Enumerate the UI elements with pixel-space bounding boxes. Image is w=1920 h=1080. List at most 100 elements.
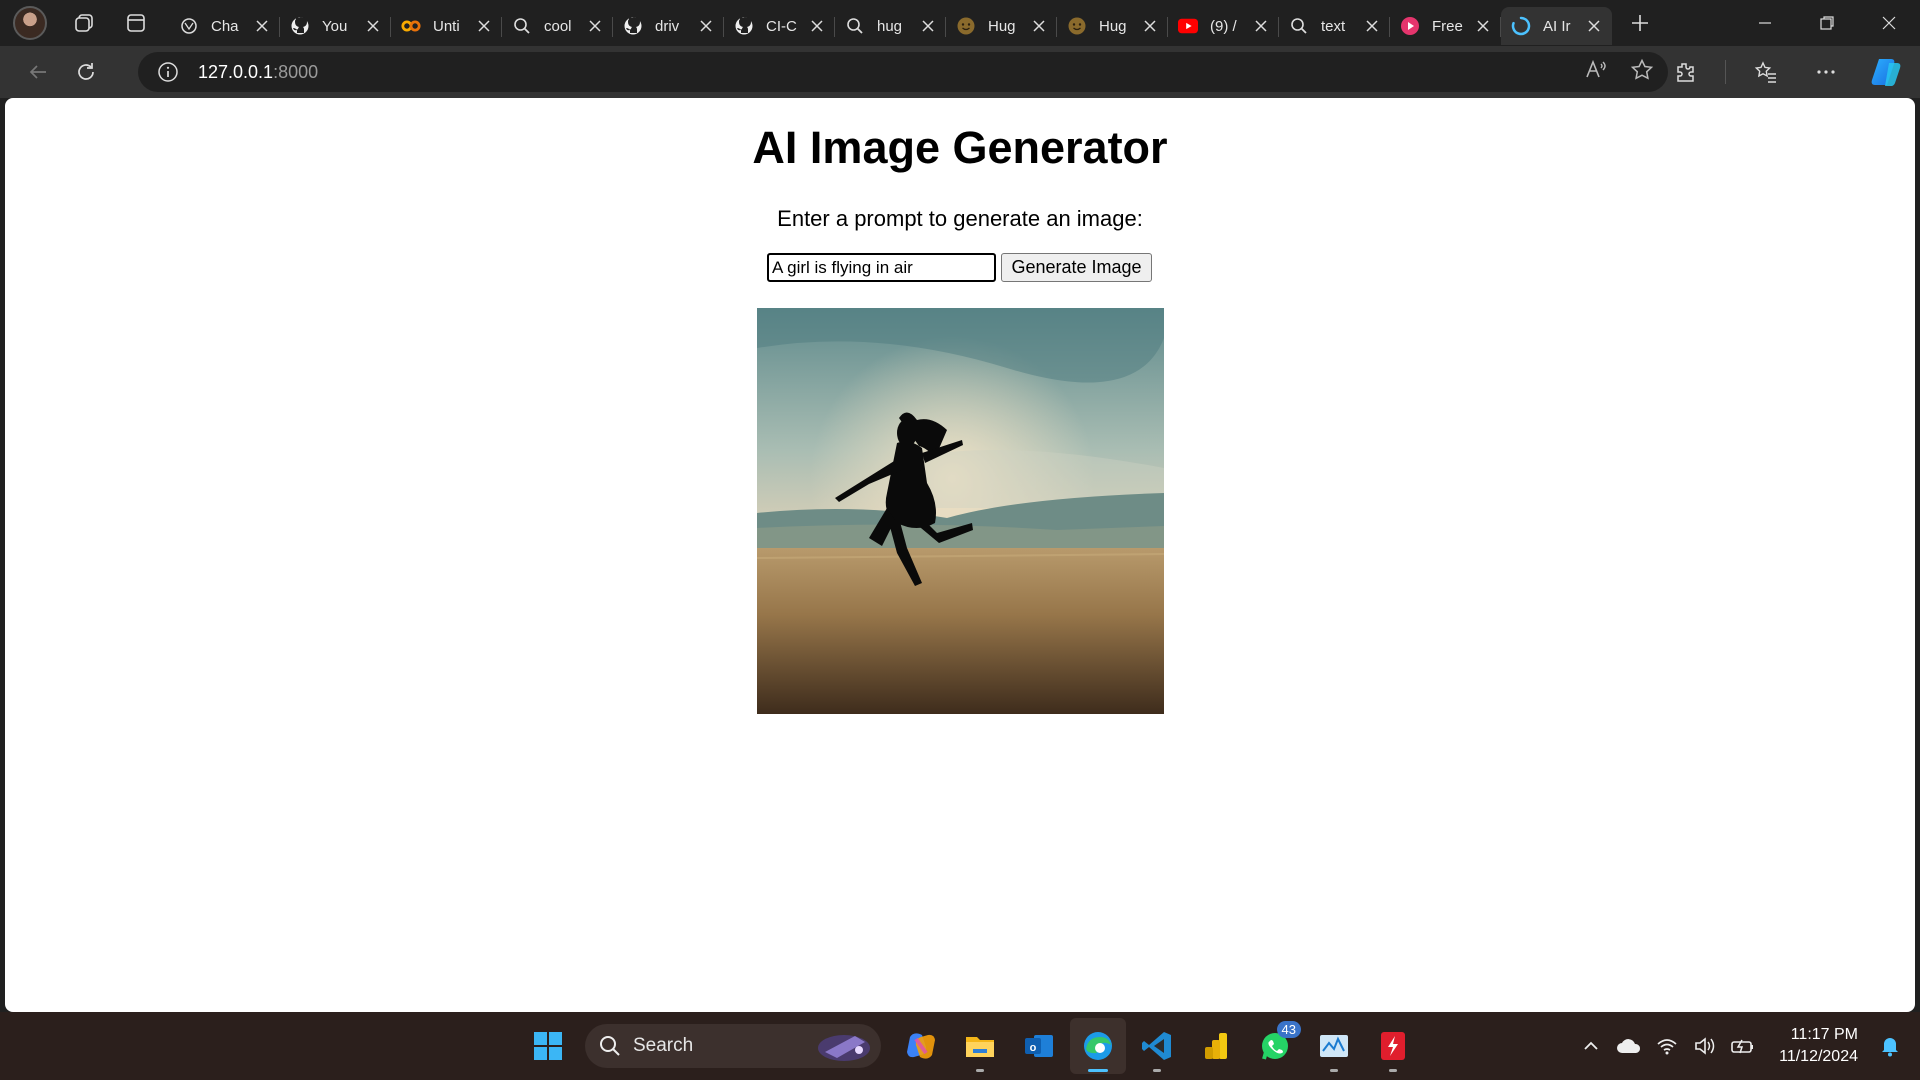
copilot-app-icon[interactable]: [893, 1018, 949, 1074]
tab-strip: Cha You Unti cool driv CI-C hug Hug Hug (9) / text…: [169, 0, 1612, 46]
taskbar-search[interactable]: Search: [585, 1024, 881, 1068]
github-icon: [290, 16, 310, 36]
close-tab-icon[interactable]: [365, 18, 381, 34]
vscode-icon[interactable]: [1129, 1018, 1185, 1074]
new-tab-button[interactable]: [1620, 3, 1660, 43]
tab-title: driv: [655, 17, 680, 35]
url-port: :8000: [273, 61, 319, 82]
close-tab-icon[interactable]: [920, 18, 936, 34]
system-clock[interactable]: 11:17 PM 11/12/2024: [1779, 1024, 1858, 1068]
page-viewport: AI Image Generator Enter a prompt to gen…: [5, 98, 1915, 1012]
huggingface-icon: [1067, 16, 1087, 36]
whatsapp-icon[interactable]: 43: [1247, 1018, 1303, 1074]
tab-title: hug: [877, 17, 903, 35]
close-tab-icon[interactable]: [1586, 18, 1602, 34]
close-tab-icon[interactable]: [1364, 18, 1380, 34]
browser-tab[interactable]: Hug: [946, 7, 1057, 45]
close-window-button[interactable]: [1858, 0, 1920, 46]
prompt-form: Generate Image: [767, 253, 1152, 282]
favorites-icon[interactable]: [1746, 52, 1786, 92]
search-icon: [1289, 16, 1309, 36]
chevron-up-icon[interactable]: [1575, 1030, 1607, 1062]
openai-icon: [179, 16, 199, 36]
search-icon: [845, 16, 865, 36]
back-button[interactable]: [18, 52, 58, 92]
browser-tab[interactable]: driv: [613, 7, 724, 45]
close-tab-icon[interactable]: [1031, 18, 1047, 34]
powerbi-icon[interactable]: [1188, 1018, 1244, 1074]
taskbar: Search o 43 11:17 PM 11/12/2024: [0, 1012, 1920, 1080]
tab-title: Unti: [433, 17, 460, 35]
tab-title: AI Ir: [1543, 17, 1571, 35]
vertical-tabs-icon[interactable]: [121, 8, 151, 38]
generate-image-button[interactable]: Generate Image: [1001, 253, 1152, 282]
browser-tab[interactable]: Free: [1390, 7, 1501, 45]
browser-tab[interactable]: AI Ir: [1501, 7, 1612, 45]
youtube-icon: [1178, 16, 1198, 36]
system-tray: 11:17 PM 11/12/2024: [1575, 1012, 1920, 1080]
tab-title: Free: [1432, 17, 1463, 35]
tab-title: Hug: [1099, 17, 1127, 35]
tab-title: You: [322, 17, 348, 35]
window-controls: [1734, 0, 1920, 46]
more-options-icon[interactable]: [1806, 52, 1846, 92]
tab-title: cool: [544, 17, 572, 35]
wifi-icon[interactable]: [1651, 1030, 1683, 1062]
refresh-button[interactable]: [66, 52, 106, 92]
browser-tab[interactable]: Unti: [391, 7, 502, 45]
onedrive-icon[interactable]: [1613, 1030, 1645, 1062]
close-tab-icon[interactable]: [587, 18, 603, 34]
toolbar-divider: [1725, 60, 1726, 84]
workspaces-icon[interactable]: [69, 8, 99, 38]
running-indicator: [976, 1069, 984, 1072]
browser-tab[interactable]: CI-C: [724, 7, 835, 45]
tab-title: CI-C: [766, 17, 797, 35]
active-indicator: [1088, 1069, 1108, 1072]
browser-tab[interactable]: (9) /: [1168, 7, 1279, 45]
edge-icon[interactable]: [1070, 1018, 1126, 1074]
browser-tab[interactable]: Cha: [169, 7, 280, 45]
url-text[interactable]: 127.0.0.1:8000: [198, 62, 318, 83]
close-tab-icon[interactable]: [476, 18, 492, 34]
generated-image: [757, 308, 1164, 714]
search-label: Search: [633, 1035, 694, 1056]
restore-button[interactable]: [1796, 0, 1858, 46]
browser-tab[interactable]: hug: [835, 7, 946, 45]
read-aloud-icon[interactable]: [1584, 58, 1608, 86]
browser-tab[interactable]: text: [1279, 7, 1390, 45]
url-host: 127.0.0.1: [198, 61, 274, 82]
profile-avatar[interactable]: [13, 6, 47, 40]
tab-title: text: [1321, 17, 1346, 35]
start-button[interactable]: [520, 1018, 576, 1074]
close-tab-icon[interactable]: [698, 18, 714, 34]
site-info-icon[interactable]: [156, 60, 180, 84]
minimize-button[interactable]: [1734, 0, 1796, 46]
browser-tab[interactable]: cool: [502, 7, 613, 45]
outlook-icon[interactable]: o: [1011, 1018, 1067, 1074]
close-tab-icon[interactable]: [1142, 18, 1158, 34]
file-explorer-icon[interactable]: [952, 1018, 1008, 1074]
close-tab-icon[interactable]: [1475, 18, 1491, 34]
address-bar[interactable]: 127.0.0.1:8000: [138, 52, 1668, 92]
copilot-icon[interactable]: [1866, 52, 1906, 92]
close-tab-icon[interactable]: [1253, 18, 1269, 34]
clock-date: 11/12/2024: [1779, 1048, 1858, 1065]
battery-icon[interactable]: [1727, 1030, 1759, 1062]
running-indicator: [1153, 1069, 1161, 1072]
close-tab-icon[interactable]: [809, 18, 825, 34]
notification-bell-icon[interactable]: [1874, 1030, 1906, 1062]
extensions-icon[interactable]: [1665, 52, 1705, 92]
flash-app-icon[interactable]: [1365, 1018, 1421, 1074]
search-icon: [600, 1036, 620, 1056]
volume-icon[interactable]: [1689, 1030, 1721, 1062]
browser-toolbar: 127.0.0.1:8000: [0, 46, 1920, 98]
close-tab-icon[interactable]: [254, 18, 270, 34]
colab-icon: [401, 16, 421, 36]
svg-text:o: o: [1030, 1042, 1037, 1054]
task-manager-icon[interactable]: [1306, 1018, 1362, 1074]
app-icon: [1400, 16, 1420, 36]
browser-tab[interactable]: You: [280, 7, 391, 45]
browser-tab[interactable]: Hug: [1057, 7, 1168, 45]
prompt-input[interactable]: [767, 253, 996, 282]
favorite-star-icon[interactable]: [1630, 58, 1654, 86]
